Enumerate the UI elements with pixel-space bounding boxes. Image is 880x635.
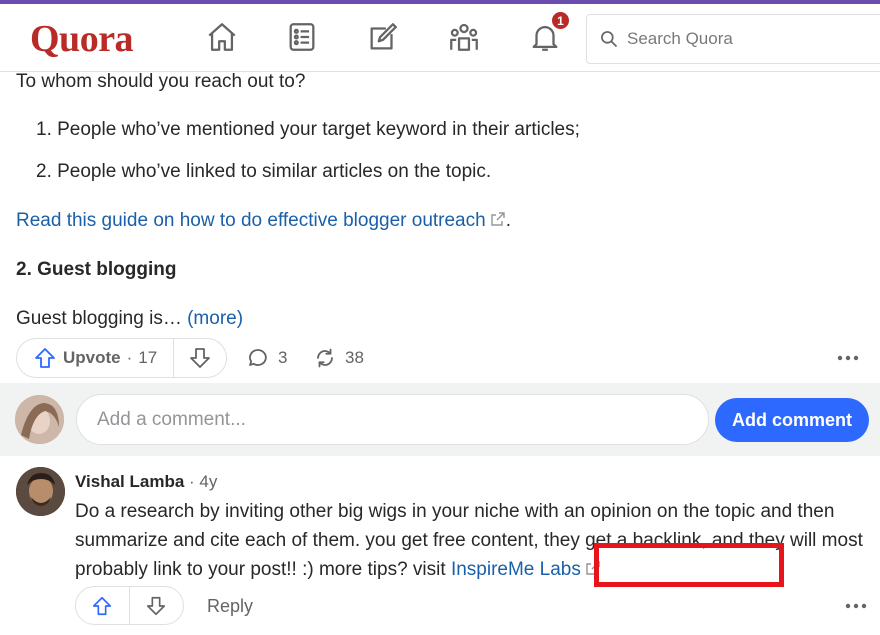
- comment-vote-pill: [75, 586, 184, 625]
- comment-item: Vishal Lamba · 4y Do a research by invit…: [0, 460, 880, 635]
- list-item: 2. People who’ve linked to similar artic…: [36, 161, 492, 182]
- upvote-separator: ·: [126, 348, 133, 367]
- comment-upvote-button[interactable]: [76, 587, 130, 624]
- add-comment-bar: Add comment: [0, 383, 880, 456]
- external-link-icon: [491, 212, 505, 226]
- comment-time: · 4y: [184, 472, 218, 491]
- share-button[interactable]: 38: [313, 346, 364, 370]
- highlight-box: [594, 543, 784, 587]
- more-options-icon[interactable]: [842, 592, 870, 620]
- reply-button[interactable]: Reply: [207, 596, 253, 617]
- comment-icon: [249, 349, 267, 366]
- downvote-arrow-icon: [147, 596, 166, 615]
- comment-button[interactable]: 3: [246, 346, 287, 370]
- more-options-icon[interactable]: [834, 344, 862, 372]
- top-accent-bar: [0, 0, 880, 4]
- more-link[interactable]: (more): [187, 308, 243, 329]
- answer-actions: Upvote · 17 3 38: [16, 338, 866, 378]
- search-icon: [601, 31, 618, 48]
- upvote-count: 17: [138, 348, 158, 367]
- spaces-icon[interactable]: [446, 19, 482, 55]
- comment-count: 3: [278, 348, 288, 367]
- current-user-avatar: [15, 395, 64, 444]
- upvote-arrow-icon: [35, 348, 55, 368]
- answer-snippet: Guest blogging is… (more): [16, 305, 243, 333]
- answer-intro-text: To whom should you reach out to?: [16, 71, 306, 92]
- notification-count-badge: 1: [550, 10, 571, 31]
- following-icon[interactable]: [284, 19, 320, 55]
- comment-downvote-button[interactable]: [130, 587, 184, 624]
- upvote-arrow-icon: [93, 596, 112, 615]
- upvote-button[interactable]: Upvote · 17: [17, 339, 175, 377]
- answer-icon[interactable]: [365, 19, 401, 55]
- downvote-arrow-icon: [190, 348, 211, 368]
- section-heading: 2. Guest blogging: [16, 259, 177, 280]
- comment-author[interactable]: Vishal Lamba: [75, 472, 184, 491]
- quora-logo[interactable]: Quora: [30, 17, 134, 61]
- top-nav-bar: Quora 1: [0, 0, 880, 72]
- guide-link[interactable]: Read this guide on how to do effective b…: [16, 210, 486, 231]
- snippet-text: Guest blogging is…: [16, 308, 188, 329]
- inspireme-labs-link[interactable]: InspireMe Labs: [451, 559, 581, 580]
- commenter-avatar[interactable]: [16, 467, 65, 516]
- list-item: 1. People who’ve mentioned your target k…: [36, 119, 580, 140]
- guide-paragraph: Read this guide on how to do effective b…: [16, 207, 511, 235]
- home-icon[interactable]: [204, 19, 240, 55]
- comment-input[interactable]: [76, 394, 709, 445]
- comment-header: Vishal Lamba · 4y: [75, 471, 217, 493]
- share-icon: [317, 348, 333, 368]
- upvote-label: Upvote: [63, 348, 121, 367]
- vote-pill: Upvote · 17: [16, 338, 227, 378]
- guide-suffix: .: [505, 210, 511, 231]
- add-comment-button[interactable]: Add comment: [715, 398, 869, 442]
- search-input[interactable]: [627, 29, 857, 49]
- share-count: 38: [345, 348, 364, 367]
- downvote-button[interactable]: [174, 339, 226, 377]
- search-box[interactable]: [586, 14, 880, 64]
